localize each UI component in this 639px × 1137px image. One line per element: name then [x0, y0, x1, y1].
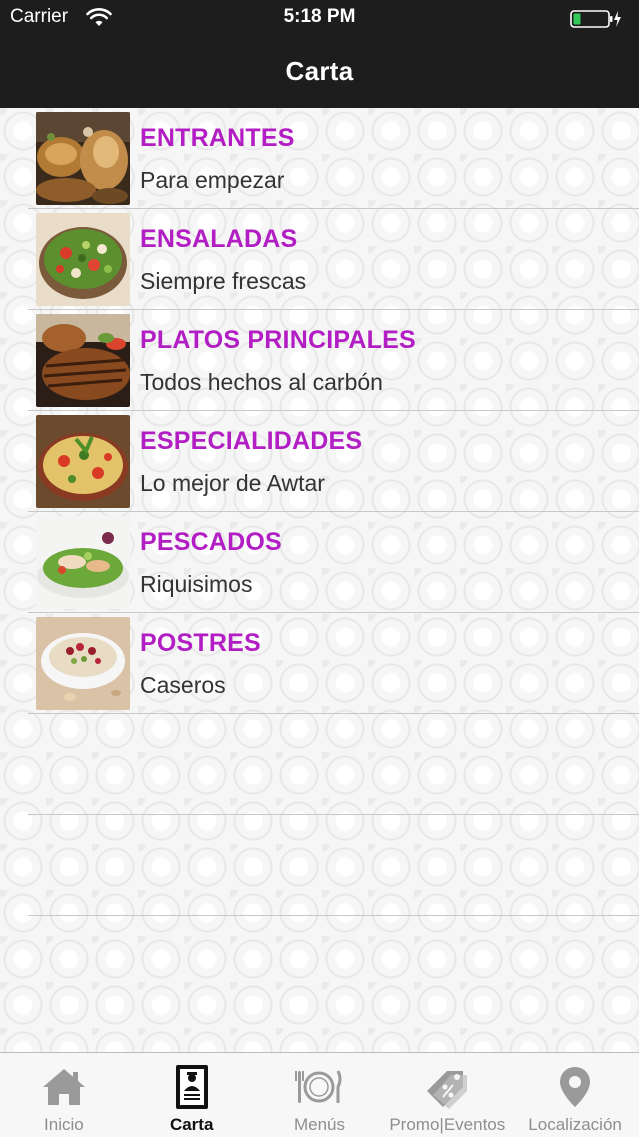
menu-row-title: PLATOS PRINCIPALES: [140, 326, 416, 354]
especialidades-photo: [36, 415, 130, 508]
tab-bar: Inicio Carta Menús Promo|Eventos Localiz…: [0, 1052, 639, 1137]
menu-category-list: ENTRANTES Para empezar ENSALADAS Siempre…: [0, 108, 639, 916]
menu-card-icon: [168, 1063, 216, 1111]
tab-promo-eventos[interactable]: Promo|Eventos: [383, 1053, 511, 1137]
battery-icon: [570, 9, 624, 29]
menu-row-postres[interactable]: POSTRES Caseros: [28, 613, 639, 714]
discount-tag-icon: [423, 1063, 471, 1111]
menu-row-entrantes[interactable]: ENTRANTES Para empezar: [28, 108, 639, 209]
menu-row-title: ESPECIALIDADES: [140, 427, 363, 455]
tab-localizacion[interactable]: Localización: [511, 1053, 639, 1137]
page-title: Carta: [285, 56, 354, 86]
menu-content[interactable]: ENTRANTES Para empezar ENSALADAS Siempre…: [0, 108, 639, 1052]
top-bar: Carrier 5:18 PM Carta: [0, 0, 639, 108]
menu-row-subtitle: Lo mejor de Awtar: [140, 470, 325, 496]
status-bar: Carrier 5:18 PM: [0, 0, 639, 36]
menu-row-platos-principales[interactable]: PLATOS PRINCIPALES Todos hechos al carbó…: [28, 310, 639, 411]
platos-principales-photo: [36, 314, 130, 407]
tab-label: Menús: [293, 1115, 345, 1134]
tab-label: Localización: [528, 1115, 622, 1134]
tab-inicio[interactable]: Inicio: [0, 1053, 128, 1137]
tab-menus[interactable]: Menús: [256, 1053, 384, 1137]
menu-row-subtitle: Caseros: [140, 672, 226, 698]
postres-photo: [36, 617, 130, 710]
menu-row-subtitle: Para empezar: [140, 167, 285, 193]
menu-row-pescados[interactable]: PESCADOS Riquisimos: [28, 512, 639, 613]
ensaladas-photo: [36, 213, 130, 306]
tab-carta[interactable]: Carta: [128, 1053, 256, 1137]
location-pin-icon: [551, 1063, 599, 1111]
menu-row-title: PESCADOS: [140, 528, 282, 556]
menu-row-subtitle: Siempre frescas: [140, 268, 307, 294]
tab-label: Inicio: [44, 1115, 84, 1134]
entrantes-photo: [36, 112, 130, 205]
menu-row-title: ENSALADAS: [140, 225, 298, 253]
menu-row-subtitle: Todos hechos al carbón: [140, 369, 383, 395]
menu-row-especialidades[interactable]: ESPECIALIDADES Lo mejor de Awtar: [28, 411, 639, 512]
empty-row: [28, 714, 639, 815]
empty-row: [28, 815, 639, 916]
menu-row-title: ENTRANTES: [140, 124, 295, 152]
home-icon: [40, 1063, 88, 1111]
menu-row-title: POSTRES: [140, 629, 261, 657]
plate-cutlery-icon: [295, 1063, 343, 1111]
tab-label: Carta: [169, 1115, 214, 1134]
clock: 5:18 PM: [283, 6, 356, 27]
pescados-photo: [36, 516, 130, 609]
menu-row-subtitle: Riquisimos: [140, 571, 253, 597]
menu-row-ensaladas[interactable]: ENSALADAS Siempre frescas: [28, 209, 639, 310]
tab-label: Promo|Eventos: [389, 1115, 506, 1134]
